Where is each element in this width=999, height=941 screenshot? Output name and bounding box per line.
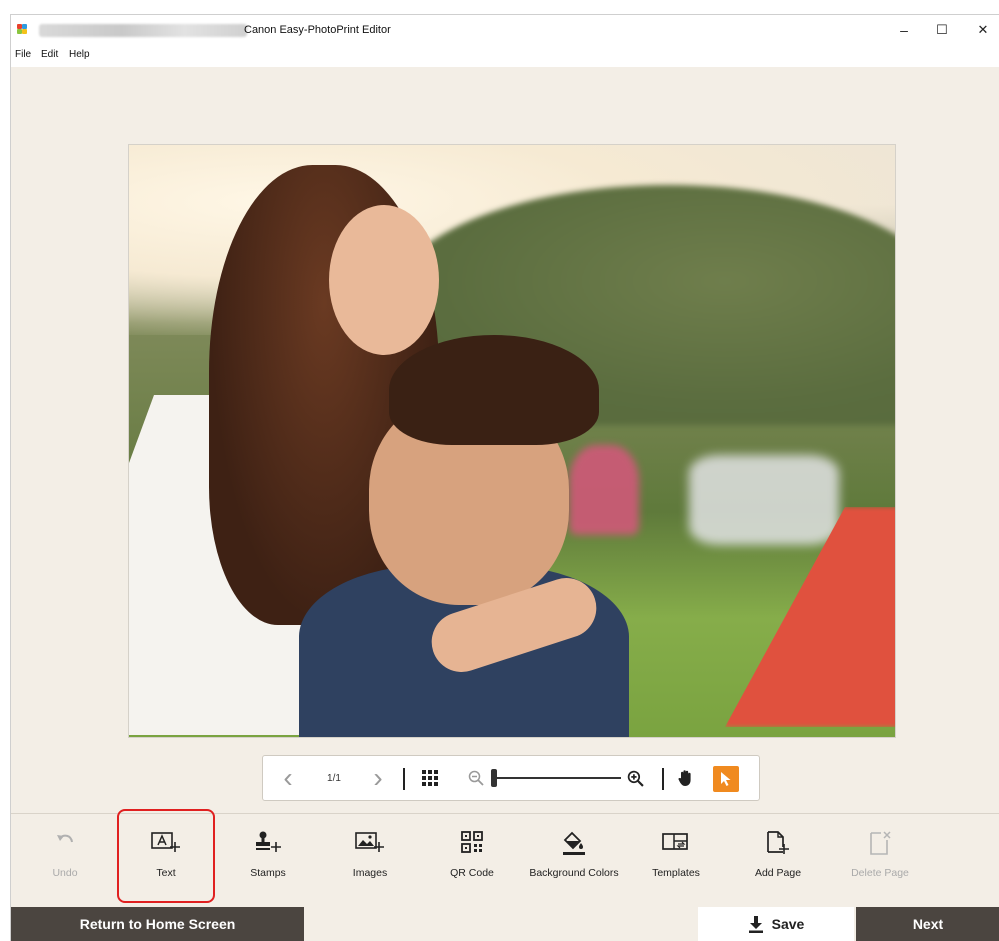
zoom-out-icon[interactable] (465, 756, 487, 800)
menu-file[interactable]: File (15, 49, 31, 60)
return-home-label: Return to Home Screen (79, 916, 236, 932)
pointer-arrow-icon (721, 772, 731, 786)
zoom-slider-handle[interactable] (491, 769, 497, 787)
menu-edit[interactable]: Edit (41, 49, 58, 60)
image-add-icon (355, 832, 384, 852)
photo-canvas[interactable] (128, 144, 896, 738)
page-indicator: 1/1 (327, 772, 341, 784)
stamp-add-icon (256, 831, 281, 852)
add-page-icon (767, 831, 789, 854)
menu-bar: File Edit Help (11, 45, 999, 67)
menu-help[interactable]: Help (69, 49, 90, 60)
app-logo-icon (17, 24, 27, 34)
images-button[interactable]: Images (322, 814, 418, 908)
minimize-button[interactable]: – (894, 21, 914, 39)
view-toolbar: ‹ 1/1 › (262, 755, 760, 801)
background-colors-button[interactable]: Background Colors (526, 814, 622, 908)
zoom-in-icon[interactable] (623, 756, 647, 800)
next-label: Next (912, 916, 944, 932)
grid-view-icon[interactable] (417, 756, 443, 800)
save-button[interactable]: Save (698, 907, 854, 941)
maximize-button[interactable]: ☐ (932, 21, 952, 39)
add-page-button[interactable]: Add Page (730, 814, 826, 908)
hand-pan-icon[interactable] (673, 756, 699, 800)
title-bar: Canon Easy-PhotoPrint Editor – ☐ ✕ (11, 15, 999, 45)
delete-page-icon (870, 831, 891, 855)
blurred-file-name (39, 24, 247, 37)
qr-code-icon (461, 831, 483, 853)
app-title: Canon Easy-PhotoPrint Editor (244, 24, 391, 36)
templates-icon (662, 833, 688, 850)
next-page-button[interactable]: › (367, 756, 389, 800)
previous-page-button[interactable]: ‹ (277, 756, 299, 800)
zoom-slider-track[interactable] (493, 777, 621, 779)
save-download-icon (748, 916, 763, 933)
undo-icon (57, 834, 73, 843)
qr-code-button[interactable]: QR Code (424, 814, 520, 908)
app-window: Canon Easy-PhotoPrint Editor – ☐ ✕ File … (10, 14, 999, 941)
text-button-highlight (117, 809, 215, 903)
stamps-button[interactable]: Stamps (220, 814, 316, 908)
save-label: Save (771, 916, 805, 932)
delete-page-button[interactable]: Delete Page (832, 814, 928, 908)
undo-button[interactable]: Undo (17, 814, 113, 908)
close-button[interactable]: ✕ (973, 21, 993, 39)
paint-bucket-icon (563, 831, 585, 855)
footer-bar: Return to Home Screen Save Next (11, 907, 999, 941)
templates-button[interactable]: Templates (628, 814, 724, 908)
select-pointer-button[interactable] (713, 766, 739, 792)
return-home-button[interactable]: Return to Home Screen (11, 907, 304, 941)
next-button[interactable]: Next (856, 907, 999, 941)
